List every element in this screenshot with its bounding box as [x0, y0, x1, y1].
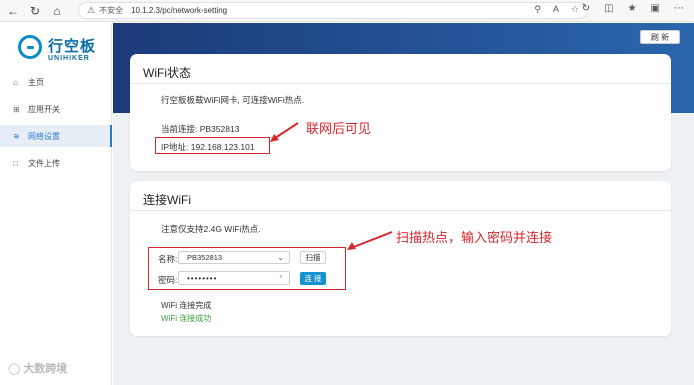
watermark: ◯ 大数跨境: [8, 360, 67, 376]
wifi-description: 行空板板载WiFi网卡, 可连接WiFi热点.: [161, 95, 305, 105]
sidebar-item-label: 网络设置: [28, 131, 60, 141]
url-text: 10.1.2.3/pc/network-setting: [131, 6, 228, 15]
annotation-scan-and-connect: 扫描热点，输入密码并连接: [396, 230, 553, 245]
more-icon[interactable]: ⋯: [674, 3, 684, 14]
ip-highlight-box: [155, 137, 270, 154]
browser-toolbar: ← ↻ ⌂ ⚠ 不安全 10.1.2.3/pc/network-setting …: [0, 0, 694, 22]
annotation-arrow: [347, 231, 393, 250]
connect-button[interactable]: 连 接: [300, 272, 326, 285]
wifi-status-card: WiFi状态 行空板板载WiFi网卡, 可连接WiFi热点. 当前连接: PB3…: [130, 54, 671, 171]
logo-mark-icon: [18, 35, 42, 59]
watermark-logo-icon: ◯: [8, 362, 21, 375]
wifi-icon: ≋: [13, 131, 20, 141]
grid-icon: ⊞: [13, 104, 20, 114]
address-bar[interactable]: ⚠ 不安全 10.1.2.3/pc/network-setting ⚲ A ☆: [78, 2, 588, 19]
logo-text-cn: 行空板: [48, 38, 97, 55]
password-label: 密码:: [158, 275, 178, 285]
logo: 行空板 UNIHIKER: [18, 33, 108, 67]
name-label: 名称:: [158, 254, 178, 264]
eye-hidden-icon[interactable]: ⚬: [278, 273, 284, 281]
card-title: WiFi状态: [143, 66, 191, 80]
password-field[interactable]: •••••••• ⚬: [178, 271, 290, 285]
main-content: 刷 新 WiFi状态 行空板板载WiFi网卡, 可连接WiFi热点. 当前连接:…: [113, 23, 694, 385]
refresh-button[interactable]: 刷 新: [640, 30, 680, 44]
favorites-icon[interactable]: ★: [628, 3, 637, 14]
favorite-icon[interactable]: ☆: [571, 4, 579, 15]
sidebar-item-home[interactable]: ⌂ 主页: [0, 71, 112, 93]
annotation-arrow: [270, 122, 299, 142]
sidebar-item-label: 主页: [28, 77, 44, 87]
status-line: WiFi 连接完成: [161, 301, 212, 310]
logo-text-en: UNIHIKER: [48, 55, 90, 62]
sidebar-item-app-switch[interactable]: ⊞ 应用开关: [0, 98, 112, 120]
sidebar-item-upload[interactable]: □ 文件上传: [0, 152, 112, 174]
home-icon: ⌂: [13, 77, 18, 87]
sidebar-item-label: 应用开关: [28, 104, 60, 114]
warning-icon: ⚠: [87, 5, 96, 15]
annotation-visible-after-connect: 联网后可见: [306, 121, 372, 136]
back-icon[interactable]: ←: [4, 2, 22, 20]
chevron-down-icon: ⌄: [277, 253, 284, 262]
home-icon[interactable]: ⌂: [48, 2, 66, 20]
current-connection: 当前连接: PB352813: [161, 124, 240, 134]
password-value: ••••••••: [187, 273, 218, 283]
upload-icon: □: [13, 158, 18, 168]
refresh-page-icon[interactable]: ↻: [582, 3, 590, 14]
watermark-text: 大数跨境: [23, 363, 68, 375]
sidebar-item-label: 文件上传: [28, 158, 60, 168]
divider: [130, 210, 671, 211]
reload-icon[interactable]: ↻: [26, 2, 44, 20]
card-title: 连接WiFi: [143, 193, 191, 207]
sidebar: 行空板 UNIHIKER ⌂ 主页 ⊞ 应用开关 ≋ 网络设置 □ 文件上传: [0, 23, 112, 385]
success-status: WiFi 连接成功: [161, 314, 212, 323]
key-icon[interactable]: ⚲: [534, 4, 541, 15]
split-screen-icon[interactable]: ◫: [604, 3, 613, 14]
wifi-note: 注意仅支持2.4G WiFi热点.: [161, 224, 261, 234]
scan-button[interactable]: 扫描: [300, 251, 326, 264]
read-aloud-icon[interactable]: A: [553, 4, 559, 15]
divider: [130, 83, 671, 84]
sidebar-item-network[interactable]: ≋ 网络设置: [0, 125, 112, 147]
insecure-label: 不安全: [99, 6, 124, 15]
connect-wifi-card: 连接WiFi 注意仅支持2.4G WiFi热点. 名称: PB352813 ⌄ …: [130, 181, 671, 336]
ssid-select[interactable]: PB352813 ⌄: [178, 251, 290, 264]
collections-icon[interactable]: ▣: [651, 3, 660, 14]
ssid-value: PB352813: [187, 253, 223, 262]
